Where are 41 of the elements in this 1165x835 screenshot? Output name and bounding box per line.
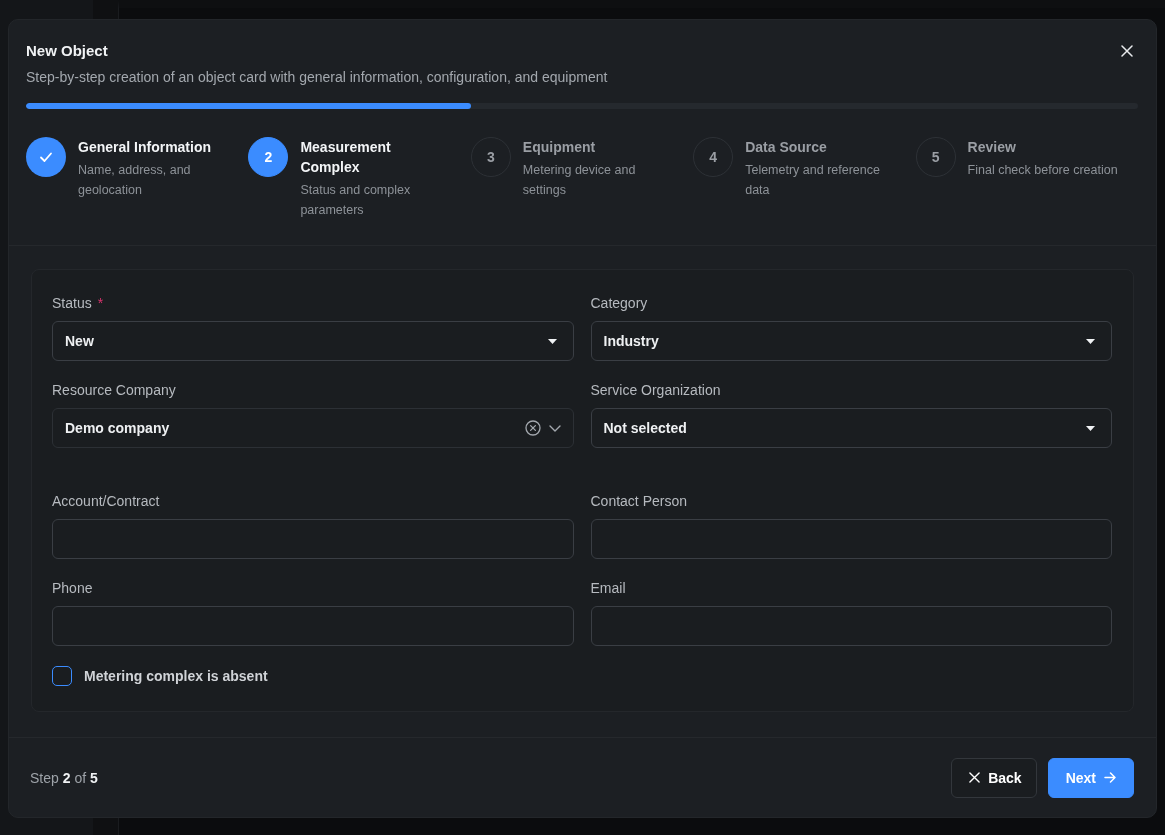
field-label: Email: [590, 579, 626, 597]
select-field[interactable]: New: [52, 321, 574, 361]
x-icon: [969, 772, 981, 783]
dialog-subtitle: Step-by-step creation of an object card with general information, configuration, and equipment: [26, 68, 609, 87]
select-field[interactable]: Industry: [590, 321, 1112, 361]
input-field[interactable]: [52, 519, 574, 559]
step-counter: Step 2 of 5: [30, 769, 98, 786]
input-field[interactable]: [52, 606, 574, 646]
field-label: Service Organization: [590, 381, 721, 399]
checkbox[interactable]: [52, 666, 72, 686]
step-title: Review: [967, 138, 1017, 157]
step-title: General Information: [78, 138, 213, 157]
clear-icon[interactable]: [524, 420, 541, 436]
checkbox-label: Metering complex is absent: [84, 668, 268, 684]
step-description: Status and complex parameters: [300, 182, 412, 219]
step-description: Telemetry and reference data: [745, 162, 881, 199]
field-label: Status *: [52, 294, 104, 312]
field-label: Contact Person: [590, 492, 687, 510]
input-field[interactable]: [590, 519, 1112, 559]
step-description: Final check before creation: [967, 162, 1118, 179]
combobox-field[interactable]: Demo company: [52, 408, 574, 448]
field-label: Resource Company: [52, 381, 176, 399]
field-label: Account/Contract: [52, 492, 160, 510]
field-label: Phone: [52, 579, 93, 597]
close-icon: [1121, 45, 1133, 57]
chevron-down-icon: [548, 424, 561, 432]
arrow-right-icon: [1104, 772, 1116, 783]
select-field[interactable]: Not selected: [590, 408, 1112, 448]
step-title: Measurement Complex: [300, 138, 392, 177]
input-field[interactable]: [590, 606, 1112, 646]
caret-icon: [1086, 425, 1095, 431]
step-description: Metering device and settings: [522, 162, 637, 199]
step-title: Data Source: [745, 138, 828, 157]
caret-icon: [547, 338, 557, 344]
step-description: Name, address, and geolocation: [78, 162, 192, 199]
field-label: Category: [590, 294, 648, 312]
dialog-title: New Object: [26, 41, 108, 61]
back-button[interactable]: Back: [951, 757, 1037, 798]
step-title: Equipment: [522, 138, 597, 157]
step-number: 2: [248, 137, 289, 177]
caret-icon: [1086, 338, 1095, 344]
